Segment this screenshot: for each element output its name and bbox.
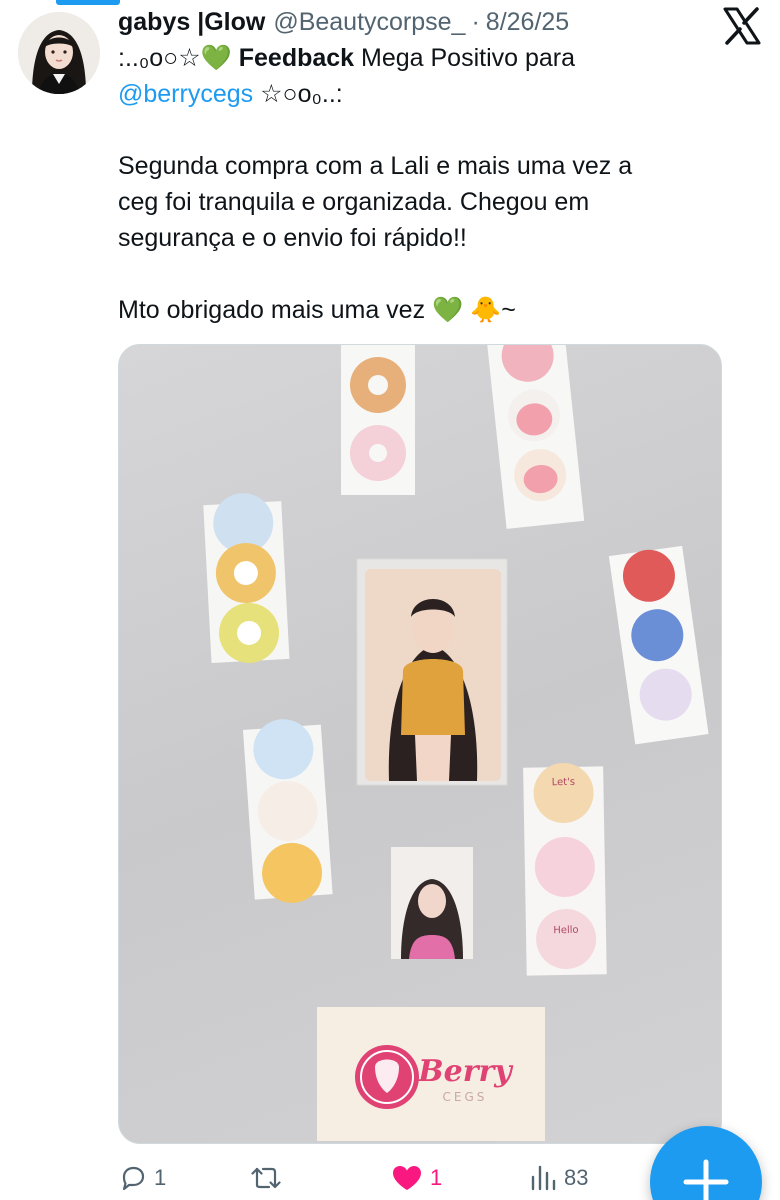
header-separator: · bbox=[471, 8, 480, 36]
closing-text: Mto obrigado mais uma vez bbox=[118, 296, 433, 324]
reply-icon bbox=[122, 1166, 145, 1191]
reply-button[interactable]: 1 bbox=[118, 1156, 166, 1200]
berry-card-subtitle: CEGS bbox=[443, 1090, 488, 1104]
sticker-strip bbox=[203, 493, 290, 663]
decoration-right: ☆○o₀..: bbox=[253, 80, 343, 108]
berry-card: Berry CEGS bbox=[317, 1007, 545, 1141]
reply-count: 1 bbox=[154, 1165, 167, 1190]
sticker-strip: Let's Hello bbox=[523, 763, 607, 976]
tweet-line: Segunda compra com a Lali e mais uma vez… bbox=[118, 152, 633, 180]
tweet: gabys |Glow @Beautycorpse_ · 8/26/25 :..… bbox=[118, 6, 728, 328]
like-count: 1 bbox=[430, 1165, 443, 1190]
like-button[interactable]: 1 bbox=[390, 1156, 442, 1200]
line1-rest: Mega Positivo para bbox=[354, 44, 576, 72]
decoration-left: :..₀o○☆ bbox=[118, 44, 201, 72]
tweet-photo[interactable]: Let's Hello Berry CEGS bbox=[118, 344, 722, 1144]
views-count: 83 bbox=[564, 1165, 589, 1190]
green-heart-emoji: 💚 bbox=[200, 44, 232, 72]
tweet-line: ceg foi tranquila e organizada. Chegou e… bbox=[118, 188, 590, 216]
photocard bbox=[356, 558, 508, 786]
author-display-name[interactable]: gabys |Glow bbox=[118, 6, 265, 38]
small-photo bbox=[391, 847, 473, 959]
tweet-date[interactable]: 8/26/25 bbox=[486, 6, 569, 38]
tweet-line: :..₀o○☆💚 Feedback Mega Positivo para bbox=[118, 40, 728, 76]
sticker-strip bbox=[608, 545, 709, 745]
sticker-strip bbox=[242, 719, 333, 903]
like-icon bbox=[393, 1166, 421, 1190]
compose-button[interactable] bbox=[650, 1126, 762, 1200]
retweet-icon bbox=[251, 1167, 281, 1189]
retweet-button[interactable] bbox=[250, 1156, 288, 1200]
action-bar: 1 1 83 bbox=[118, 1156, 738, 1200]
closing-emoji: 💚 🐥 bbox=[432, 296, 502, 324]
top-tab-indicator bbox=[56, 0, 120, 5]
sticker-label: Hello bbox=[553, 925, 579, 936]
tweet-line: segurança e o envio foi rápido!! bbox=[118, 224, 467, 252]
berry-card-title: Berry bbox=[417, 1054, 514, 1089]
tweet-text: :..₀o○☆💚 Feedback Mega Positivo para @be… bbox=[118, 40, 728, 328]
sticker-label: Let's bbox=[552, 777, 576, 788]
x-logo-icon[interactable] bbox=[722, 6, 762, 46]
views-button[interactable]: 83 bbox=[528, 1156, 588, 1200]
closing-tail: ~ bbox=[501, 296, 516, 324]
tweet-line: @berrycegs ☆○o₀..: bbox=[118, 76, 728, 112]
avatar-photo bbox=[18, 12, 100, 94]
tweet-line: Mto obrigado mais uma vez 💚 🐥~ bbox=[118, 292, 728, 328]
tweet-header: gabys |Glow @Beautycorpse_ · 8/26/25 bbox=[118, 6, 728, 38]
sticker-strip bbox=[341, 345, 415, 495]
feedback-bold: Feedback bbox=[238, 44, 355, 72]
author-handle[interactable]: @Beautycorpse_ bbox=[273, 6, 465, 38]
avatar[interactable] bbox=[18, 12, 100, 94]
compose-plus-icon bbox=[683, 1159, 729, 1200]
views-icon bbox=[531, 1165, 556, 1191]
mention-link[interactable]: @berrycegs bbox=[118, 80, 253, 108]
sticker-strip bbox=[486, 345, 585, 529]
photo-illustration: Let's Hello Berry CEGS bbox=[203, 345, 709, 1141]
